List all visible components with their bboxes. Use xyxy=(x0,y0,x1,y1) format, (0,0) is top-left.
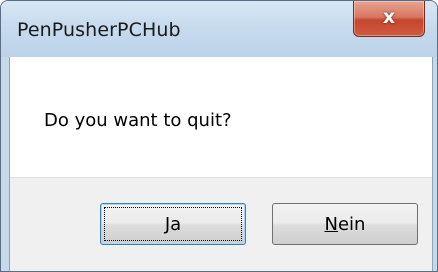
window-title: PenPusherPCHub xyxy=(17,19,181,41)
message-dialog: PenPusherPCHub x Do you want to quit? Ja… xyxy=(0,0,438,272)
no-label-rest: ein xyxy=(337,214,366,235)
yes-button-label: Ja xyxy=(101,214,245,235)
no-button-label: Nein xyxy=(273,214,417,235)
message-area: Do you want to quit? xyxy=(10,57,432,177)
no-mnemonic: N xyxy=(324,214,338,235)
yes-button[interactable]: Ja xyxy=(100,203,246,245)
close-button[interactable]: x xyxy=(353,1,425,37)
title-bar[interactable]: PenPusherPCHub x xyxy=(1,1,437,57)
yes-label-rest: a xyxy=(170,214,182,235)
close-icon: x xyxy=(382,6,396,28)
button-bar: Ja Nein xyxy=(10,177,432,271)
dialog-body: Do you want to quit? Ja Nein xyxy=(9,57,433,271)
dialog-message: Do you want to quit? xyxy=(44,110,232,131)
no-button[interactable]: Nein xyxy=(272,203,418,245)
